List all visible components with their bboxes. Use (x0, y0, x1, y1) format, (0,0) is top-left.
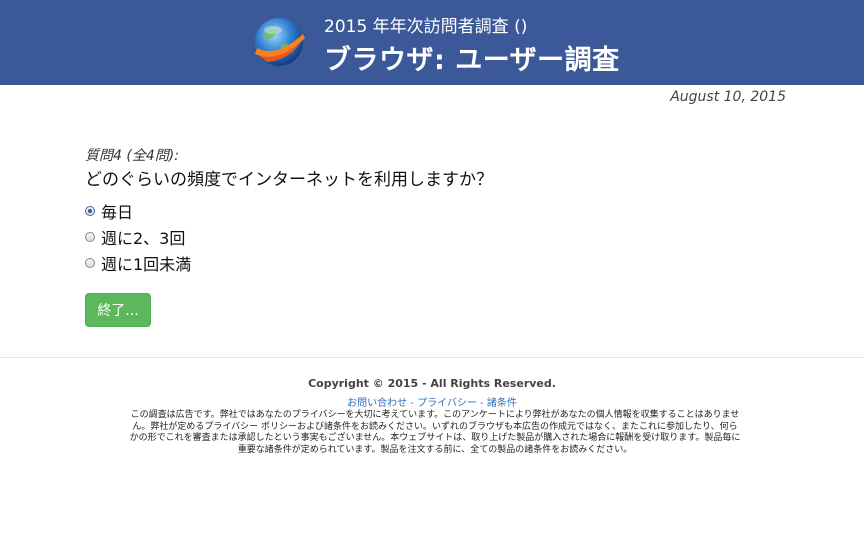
terms-link[interactable]: 諸条件 (487, 398, 517, 409)
footer-divider (0, 357, 864, 358)
radio-less-than-weekly[interactable] (85, 258, 95, 268)
survey-date: August 10, 2015 (670, 89, 786, 105)
option-less-than-weekly[interactable]: 週に1回未満 (85, 250, 191, 276)
finish-button[interactable]: 終了... (85, 293, 151, 327)
privacy-link[interactable]: プライバシー (417, 398, 477, 409)
radio-few-times-week[interactable] (85, 232, 95, 242)
radio-daily[interactable] (85, 206, 95, 216)
survey-title: ブラウザ: ユーザー調査 (324, 45, 620, 76)
answer-options: 毎日 週に2、3回 週に1回未満 (85, 198, 191, 276)
contact-link[interactable]: お問い合わせ (347, 398, 407, 409)
option-daily[interactable]: 毎日 (85, 198, 191, 224)
disclaimer-text: この調査は広告です。弊社ではあなたのプライバシーを大切に考えています。このアンケ… (129, 410, 741, 455)
copyright: Copyright © 2015 - All Rights Reserved. (308, 377, 556, 390)
question-text: どのぐらいの頻度でインターネットを利用しますか？ (85, 170, 493, 190)
browser-globe-logo-icon (255, 18, 305, 66)
option-daily-label: 毎日 (101, 203, 134, 222)
survey-subtitle: 2015 年年次訪問者調査 () (324, 17, 528, 37)
header-banner: 2015 年年次訪問者調査 () ブラウザ: ユーザー調査 (0, 0, 864, 85)
footer-links: お問い合わせ - プライバシー - 諸条件 (347, 398, 517, 409)
option-few-times-week-label: 週に2、3回 (101, 229, 186, 248)
option-few-times-week[interactable]: 週に2、3回 (85, 224, 191, 250)
question-number: 質問4 (全4問): (85, 148, 179, 164)
option-less-than-weekly-label: 週に1回未満 (101, 255, 192, 274)
